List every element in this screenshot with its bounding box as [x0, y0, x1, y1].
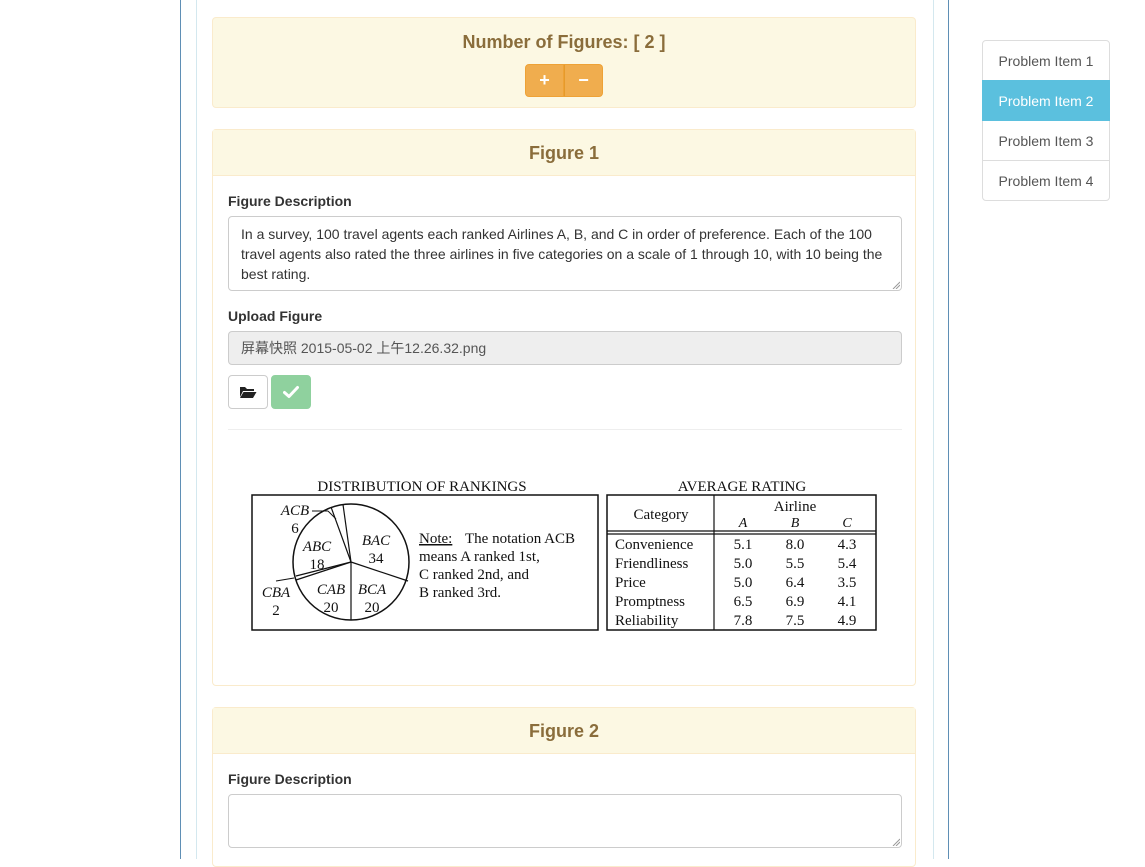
remove-figure-button[interactable]: − [564, 64, 603, 97]
table-category-cell: Friendliness [615, 556, 688, 572]
add-figure-button[interactable]: + [525, 64, 564, 97]
table-value-cell: 8.0 [786, 537, 805, 553]
table-body: Convenience 5.1 8.0 4.3 Friendliness 5.0 5.5 5.… [615, 537, 857, 629]
slice-acb-label: ACB [280, 503, 309, 519]
table-value-cell: 5.4 [838, 556, 857, 572]
figure-count-title: Number of Figures: [ 2 ] [462, 32, 666, 52]
table-header-airline: Airline [774, 499, 817, 515]
slice-bca-label: BCA [358, 582, 387, 598]
container-inner-left [196, 0, 197, 859]
figure-2-description-label: Figure Description [228, 771, 352, 787]
slice-cba-value: 2 [272, 603, 280, 619]
slice-cab-value: 20 [324, 600, 339, 616]
figure-2-panel: Figure 2 Figure Description [212, 707, 916, 867]
table-header-category: Category [634, 507, 689, 523]
note-line-1: The notation ACB [465, 531, 575, 547]
problem-item-list: Problem Item 1 Problem Item 2 Problem It… [982, 40, 1110, 201]
note-line-2: means A ranked 1st, [419, 549, 540, 565]
slice-bac-label: BAC [362, 533, 391, 549]
table-category-cell: Convenience [615, 537, 694, 553]
upload-filename-field[interactable]: 屏幕快照 2015-05-02 上午12.26.32.png [228, 331, 902, 365]
problem-item-1[interactable]: Problem Item 1 [982, 40, 1110, 81]
note-word: Note: [419, 531, 452, 547]
figure-2-description-textarea[interactable] [228, 794, 902, 848]
container-inner-right [933, 0, 934, 859]
table-value-cell: 6.4 [786, 575, 805, 591]
figure-1-panel: Figure 1 Figure Description In a survey,… [212, 129, 916, 686]
table-value-cell: 5.1 [734, 537, 753, 553]
table-value-cell: 5.5 [786, 556, 805, 572]
container-border-right [948, 0, 949, 859]
problem-item-4[interactable]: Problem Item 4 [982, 160, 1110, 201]
table-value-cell: 6.9 [786, 594, 805, 610]
check-icon [283, 386, 299, 398]
table-value-cell: 3.5 [838, 575, 857, 591]
figure-1-heading: Figure 1 [213, 130, 915, 176]
slice-abc-value: 18 [310, 557, 325, 573]
figure-count-panel: Number of Figures: [ 2 ] + − [212, 17, 916, 108]
table-title: AVERAGE RATING [678, 479, 807, 495]
browse-file-button[interactable] [228, 375, 268, 409]
figure-2-heading: Figure 2 [213, 708, 915, 754]
table-col-a: A [738, 516, 748, 531]
figure-1-description-textarea[interactable]: In a survey, 100 travel agents each rank… [228, 216, 902, 291]
table-value-cell: 5.0 [734, 575, 753, 591]
problem-item-3[interactable]: Problem Item 3 [982, 120, 1110, 161]
folder-open-icon [240, 387, 257, 398]
divider [228, 429, 902, 430]
figure-count-button-group: + − [525, 64, 603, 97]
slice-bac-value: 34 [369, 551, 385, 567]
resize-grip-icon[interactable] [892, 281, 900, 289]
note-line-4: B ranked 3rd. [419, 585, 501, 601]
table-value-cell: 4.9 [838, 613, 857, 629]
note-line-3: C ranked 2nd, and [419, 567, 529, 583]
problem-item-2[interactable]: Problem Item 2 [982, 80, 1110, 121]
pie-title: DISTRIBUTION OF RANKINGS [317, 479, 526, 495]
table-value-cell: 7.8 [734, 613, 753, 629]
upload-figure-label: Upload Figure [228, 308, 323, 324]
table-value-cell: 4.3 [838, 537, 857, 553]
table-category-cell: Price [615, 575, 646, 591]
table-col-c: C [842, 516, 852, 531]
slice-cab-label: CAB [317, 582, 345, 598]
table-value-cell: 5.0 [734, 556, 753, 572]
figure-1-description-text: In a survey, 100 travel agents each rank… [241, 226, 883, 282]
resize-grip-icon[interactable] [892, 838, 900, 846]
container-border-left [180, 0, 181, 859]
plus-icon: + [539, 70, 550, 90]
table-category-cell: Reliability [615, 613, 679, 629]
table-category-cell: Promptness [615, 594, 685, 610]
confirm-upload-button[interactable] [271, 375, 311, 409]
uploaded-figure-image: DISTRIBUTION OF RANKINGS ACB 6 ABC 18 BA… [251, 479, 877, 631]
slice-abc-label: ABC [302, 539, 332, 555]
figure-1-description-label: Figure Description [228, 193, 352, 209]
minus-icon: − [578, 70, 589, 90]
slice-bca-value: 20 [365, 600, 380, 616]
table-col-b: B [791, 516, 800, 531]
table-value-cell: 4.1 [838, 594, 857, 610]
table-value-cell: 6.5 [734, 594, 753, 610]
table-value-cell: 7.5 [786, 613, 805, 629]
slice-cba-label: CBA [262, 585, 291, 601]
slice-acb-value: 6 [291, 521, 299, 537]
